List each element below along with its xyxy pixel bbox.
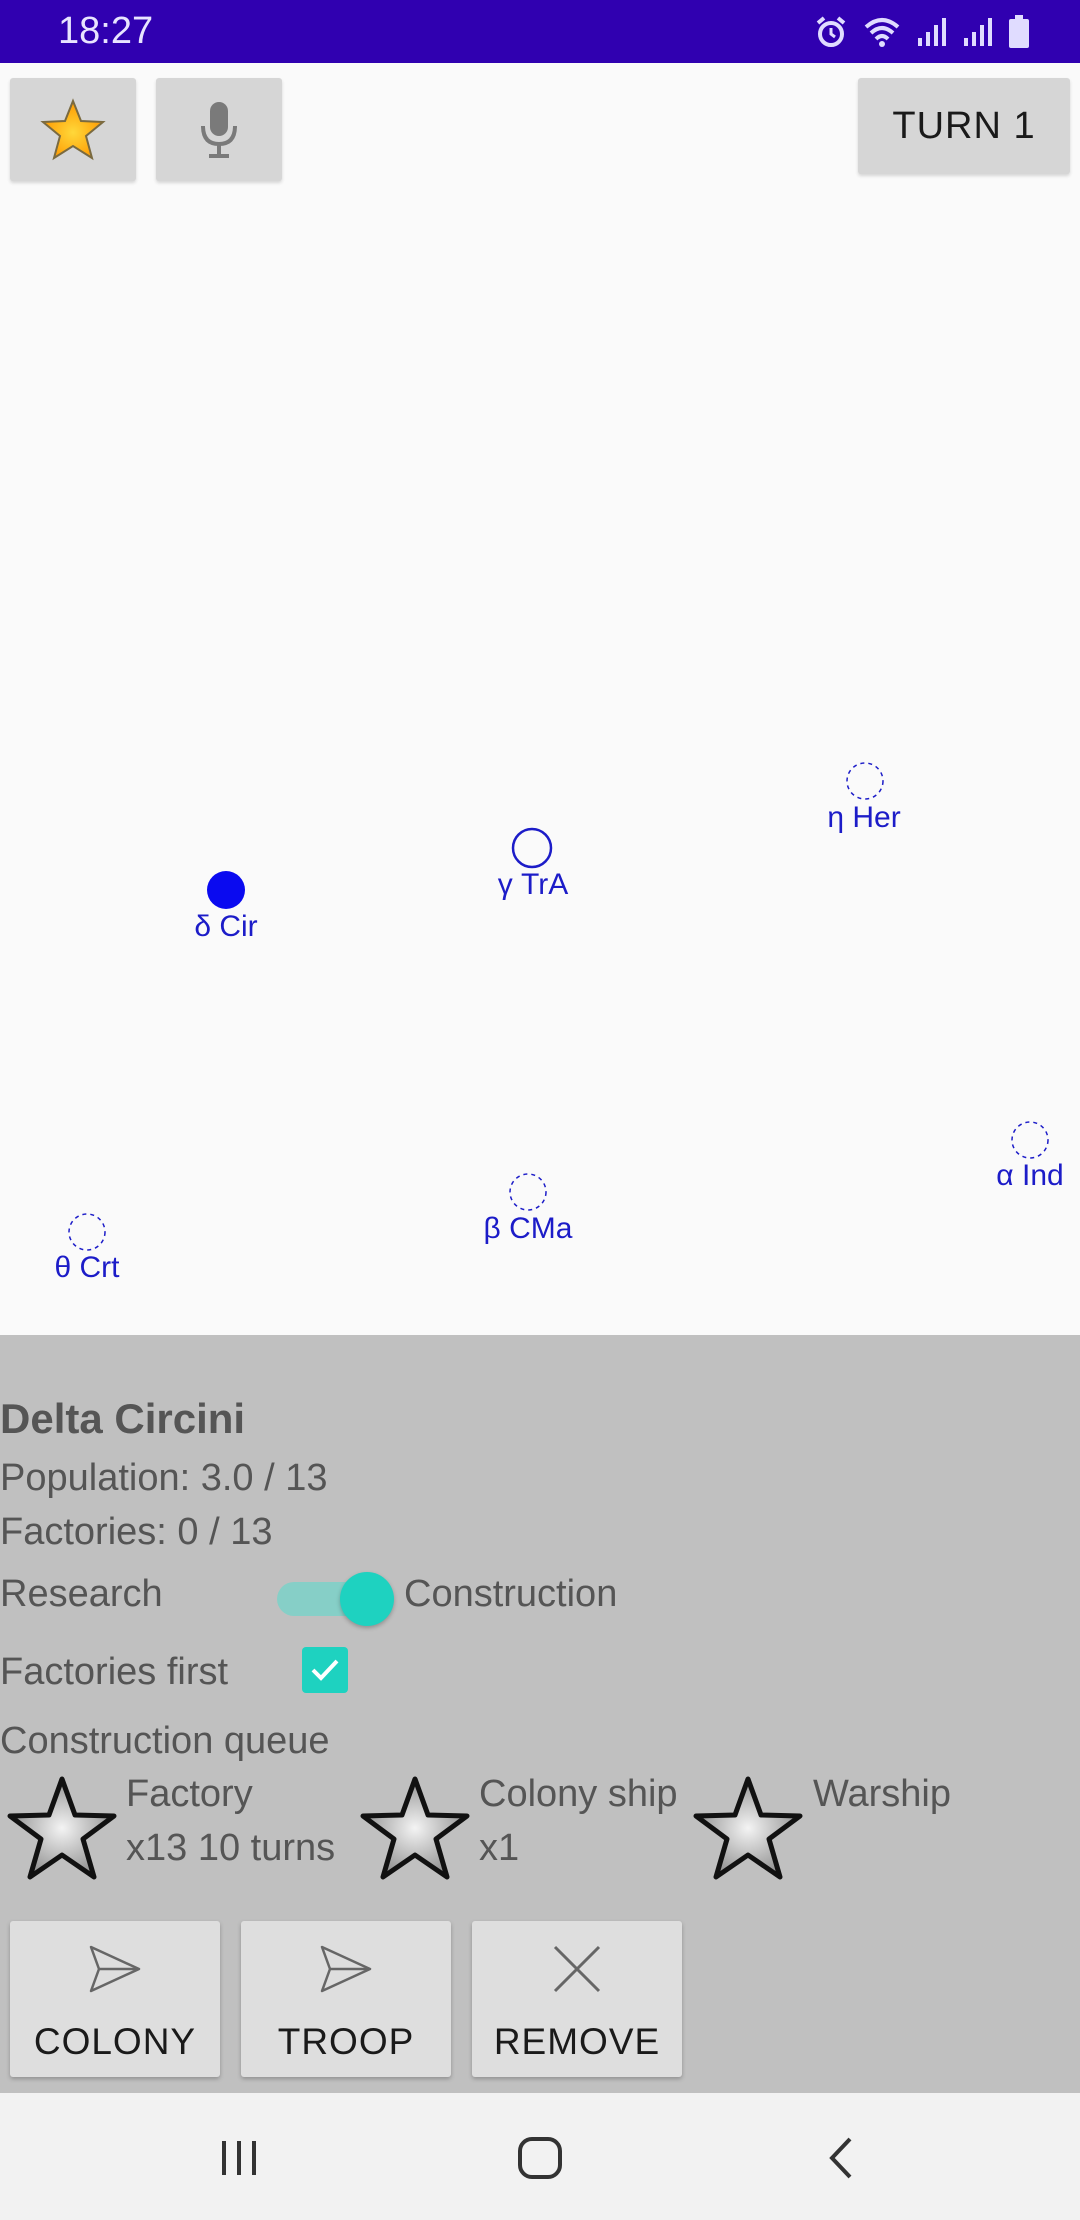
planet-name: Delta Circini (0, 1395, 246, 1442)
star-label: δ Cir (194, 910, 258, 943)
back-icon[interactable] (822, 2133, 862, 2183)
star-label: α Ind (996, 1159, 1064, 1192)
star-alpha-ind[interactable] (1009, 1119, 1051, 1161)
star-theta-crt[interactable] (66, 1211, 108, 1253)
factory-queue-icon[interactable] (4, 1773, 120, 1885)
navigation-bar (0, 2093, 1080, 2220)
population-text: Population: 3.0 / 13 (0, 1457, 328, 1499)
alarm-icon (816, 16, 846, 47)
status-icons (814, 12, 1030, 52)
construction-label: Construction (404, 1573, 618, 1615)
close-icon (553, 1945, 601, 1993)
star-beta-cma[interactable] (507, 1171, 549, 1213)
signal-icon (918, 18, 946, 46)
recents-icon[interactable] (214, 2133, 264, 2181)
factories-first-checkbox[interactable] (302, 1647, 348, 1693)
star-label: γ TrA (497, 868, 569, 901)
warship-queue-icon[interactable] (690, 1773, 806, 1885)
wifi-icon (864, 18, 900, 47)
queue-item-name: Warship (813, 1773, 951, 1815)
signal-icon-2 (964, 18, 992, 46)
remove-label: REMOVE (493, 2021, 661, 2062)
status-time: 18:27 (58, 10, 154, 52)
send-icon (320, 1945, 372, 1993)
send-icon (89, 1945, 141, 1993)
queue-item-name: Colony ship (479, 1773, 678, 1815)
star-map[interactable]: η Her γ TrA δ Cir α Ind β CMa θ Crt (0, 63, 1080, 1335)
star-gamma-tra[interactable] (510, 826, 554, 870)
research-label: Research (0, 1573, 163, 1615)
star-eta-her[interactable] (844, 760, 886, 802)
factories-first-label: Factories first (0, 1651, 229, 1693)
queue-item-detail: x1 (479, 1827, 520, 1869)
troop-label: TROOP (277, 2021, 415, 2062)
switch-thumb[interactable] (340, 1572, 394, 1626)
battery-icon (1009, 15, 1029, 48)
construction-queue-label: Construction queue (0, 1720, 330, 1762)
queue-item-detail: x13 10 turns (126, 1827, 336, 1869)
troop-button[interactable]: TROOP (241, 1921, 451, 2077)
star-delta-cir[interactable] (205, 869, 247, 911)
colony-label: COLONY (33, 2021, 197, 2062)
colony-ship-queue-icon[interactable] (357, 1773, 473, 1885)
colony-button[interactable]: COLONY (10, 1921, 220, 2077)
queue-item-name: Factory (126, 1773, 253, 1815)
star-label: θ Crt (54, 1251, 120, 1284)
status-bar: 18:27 (0, 0, 1080, 63)
check-icon (311, 1659, 339, 1681)
star-label: β CMa (483, 1212, 573, 1245)
home-icon[interactable] (514, 2133, 566, 2183)
star-label: η Her (827, 801, 901, 834)
remove-button[interactable]: REMOVE (472, 1921, 682, 2077)
factories-text: Factories: 0 / 13 (0, 1511, 273, 1553)
planet-info-panel: Delta Circini Population: 3.0 / 13 Facto… (0, 1335, 1080, 2093)
